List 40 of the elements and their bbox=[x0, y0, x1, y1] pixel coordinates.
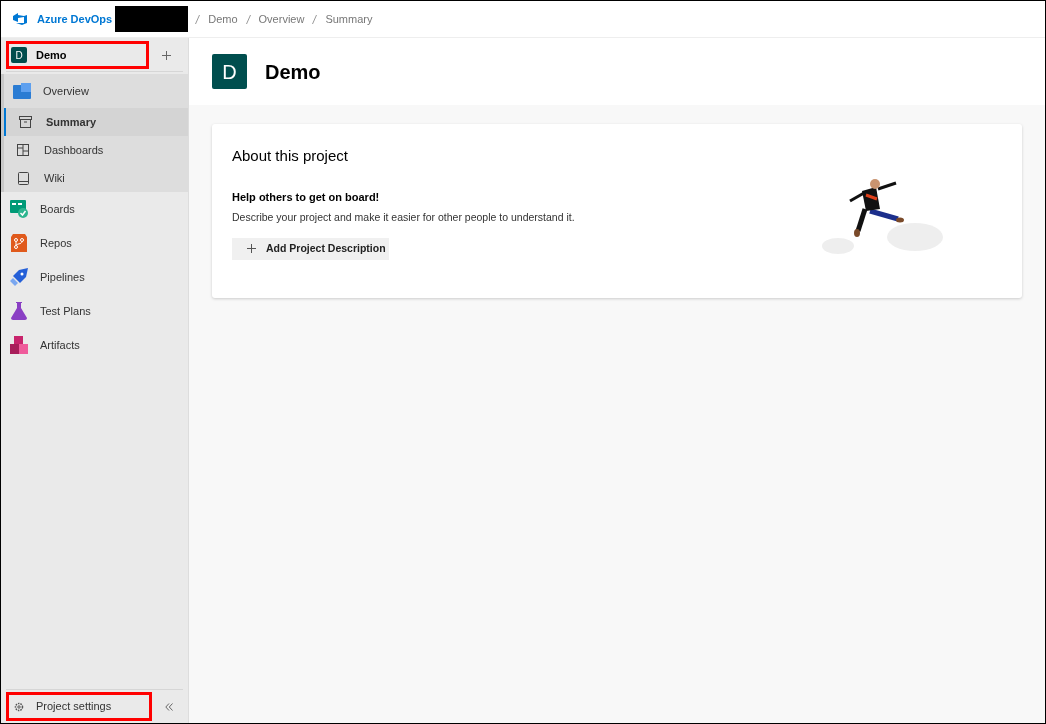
slash-separator-icon bbox=[312, 14, 318, 24]
card-description: Describe your project and make it easier for other people to understand it. bbox=[232, 210, 575, 225]
archive-icon bbox=[18, 116, 32, 128]
dashboard-icon bbox=[17, 144, 29, 156]
nav-item[interactable]: Dashboards bbox=[4, 136, 188, 164]
book-icon bbox=[17, 171, 29, 185]
boards-icon bbox=[10, 200, 28, 218]
plus-icon bbox=[247, 244, 256, 254]
rocket-icon bbox=[10, 268, 28, 286]
breadcrumb-link[interactable]: Overview bbox=[258, 10, 305, 28]
project-settings-button[interactable]: Project settings bbox=[6, 692, 152, 721]
card-title: About this project bbox=[232, 146, 349, 166]
nav-item[interactable]: Summary bbox=[4, 108, 188, 136]
card-heading: Help others to get on board! bbox=[232, 189, 381, 205]
nav-item[interactable]: Repos bbox=[1, 226, 188, 260]
nav-item[interactable]: Boards bbox=[1, 192, 188, 226]
project-name: Demo bbox=[36, 47, 67, 63]
slash-separator-icon bbox=[195, 14, 201, 24]
nav-item[interactable]: Wiki bbox=[4, 164, 188, 192]
add-description-button[interactable]: Add Project Description bbox=[232, 237, 389, 260]
nav-item[interactable]: Pipelines bbox=[1, 260, 188, 294]
project-avatar: D bbox=[11, 47, 27, 63]
devops-logo-icon bbox=[13, 12, 27, 26]
double-chevron-icon[interactable] bbox=[165, 702, 173, 711]
nav-item[interactable]: Test Plans bbox=[1, 294, 188, 328]
add-icon[interactable] bbox=[162, 50, 171, 60]
flask-icon bbox=[11, 302, 27, 320]
breadcrumb-link[interactable]: Demo bbox=[208, 10, 238, 28]
artifacts-icon bbox=[10, 336, 28, 354]
project-avatar: D bbox=[212, 54, 247, 89]
nav-item[interactable]: Overview bbox=[4, 74, 188, 108]
brand-name: Azure DevOps bbox=[37, 11, 113, 27]
page-title: Demo bbox=[265, 59, 321, 85]
breadcrumb-link[interactable]: Summary bbox=[325, 10, 373, 28]
repos-icon bbox=[11, 234, 27, 252]
overview-icon bbox=[13, 83, 31, 99]
settings-icon bbox=[14, 701, 24, 712]
slash-separator-icon bbox=[245, 14, 251, 24]
nav-item[interactable]: Artifacts bbox=[1, 328, 188, 362]
project-selector[interactable]: D Demo bbox=[6, 41, 149, 69]
